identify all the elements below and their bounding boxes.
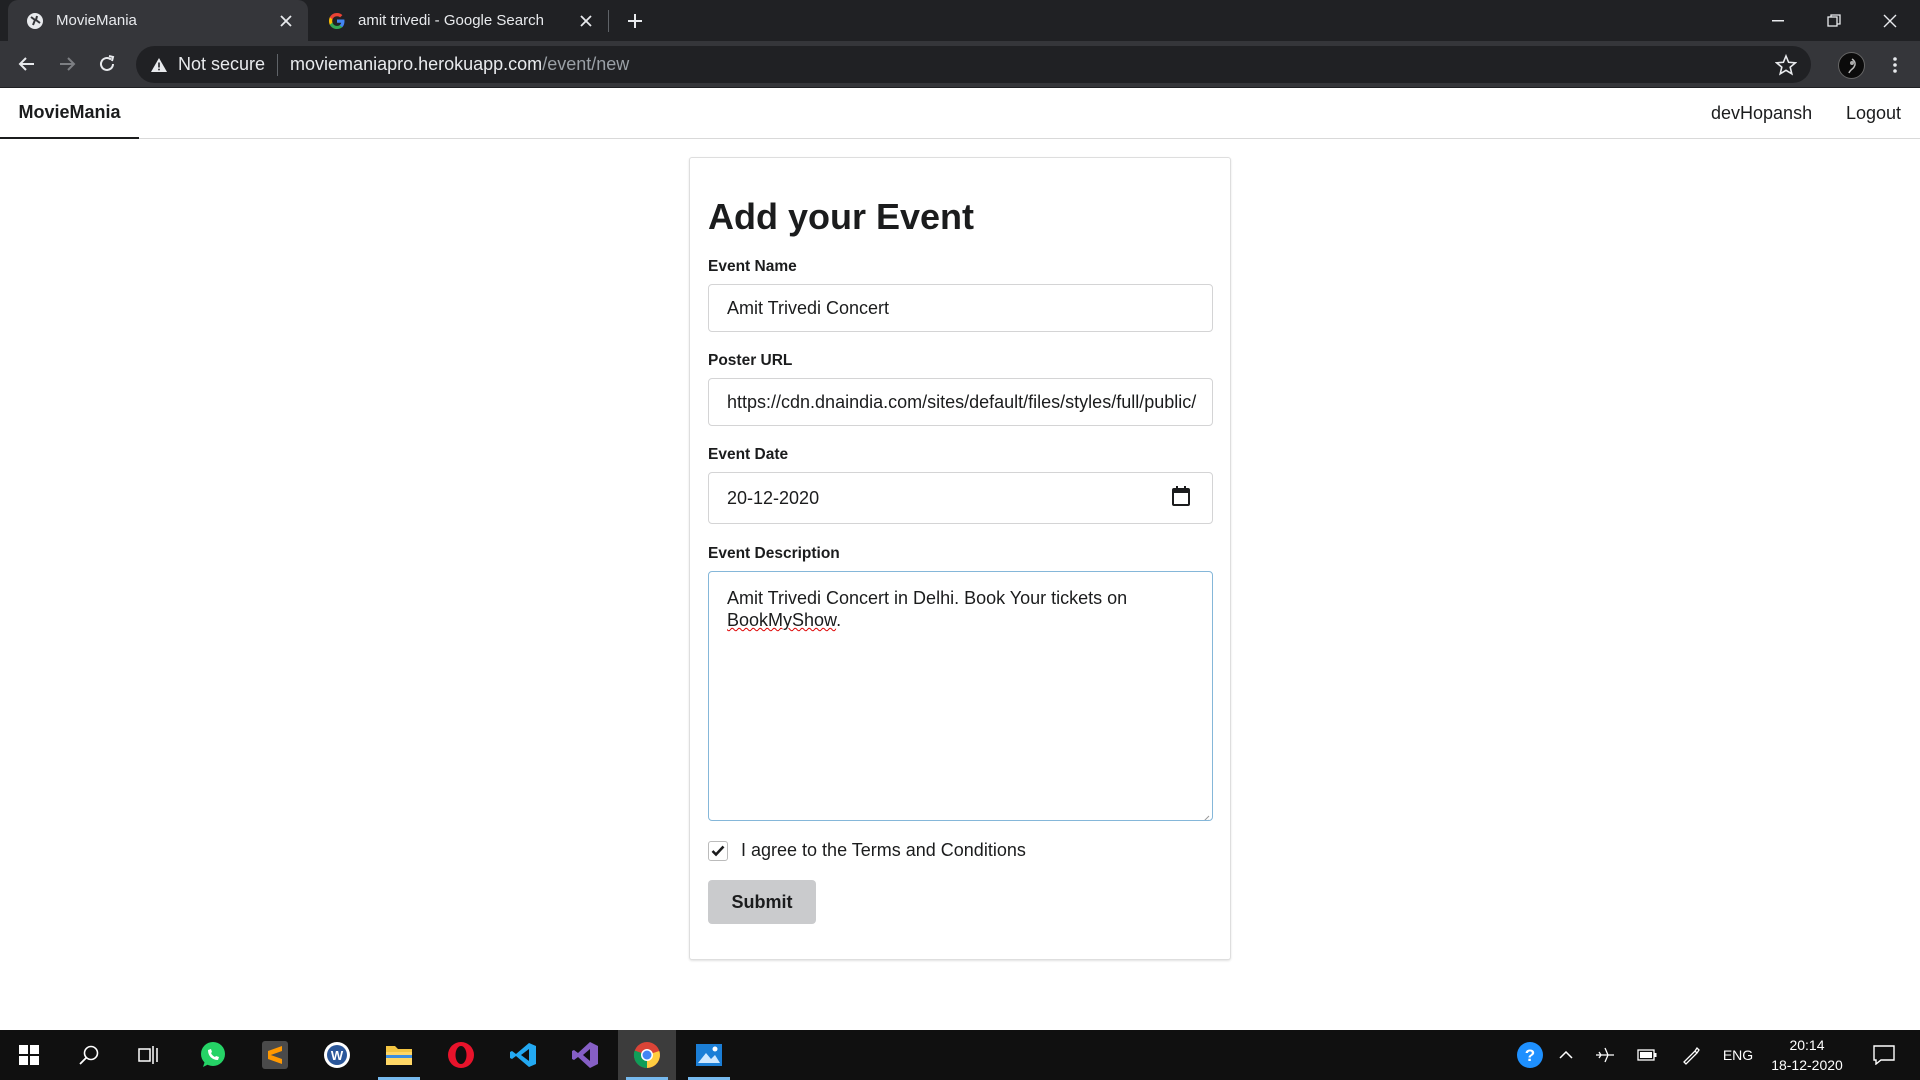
vscode-icon[interactable] (494, 1030, 552, 1080)
windows-taskbar: W ? ENG 20:14 18-12-2020 (0, 1030, 1920, 1080)
misspelled-word: BookMyShow (727, 610, 837, 630)
poster-url-input[interactable]: https://cdn.dnaindia.com/sites/default/f… (708, 378, 1213, 426)
url-host: moviemaniapro.herokuapp.com (290, 54, 543, 74)
security-label: Not secure (178, 54, 266, 74)
start-icon[interactable] (0, 1030, 58, 1080)
event-name-value: Amit Trivedi Concert (727, 297, 890, 318)
back-icon[interactable] (11, 48, 43, 80)
google-icon (328, 12, 346, 30)
event-description-label: Event Description (708, 545, 840, 562)
minimize-icon[interactable] (1750, 0, 1806, 41)
event-date-label: Event Date (708, 446, 789, 463)
terms-label[interactable]: I agree to the Terms and Conditions (741, 840, 1026, 861)
search-icon[interactable] (60, 1030, 118, 1080)
address-divider (277, 53, 279, 76)
chevron-up-icon[interactable] (1552, 1030, 1580, 1080)
event-date-input[interactable]: 20-12-2020 (708, 472, 1213, 524)
battery-icon[interactable] (1632, 1030, 1662, 1080)
tab-title: amit trivedi - Google Search (358, 12, 544, 29)
event-name-input[interactable]: Amit Trivedi Concert (708, 284, 1213, 332)
tab-moviemania[interactable]: MovieMania (8, 0, 308, 41)
action-center-icon[interactable] (1864, 1030, 1904, 1080)
reload-icon[interactable] (91, 48, 123, 80)
sublime-text-icon[interactable] (246, 1030, 304, 1080)
logout-link[interactable]: Logout (1846, 88, 1901, 139)
username-link[interactable]: devHopansh (1711, 88, 1812, 139)
task-view-icon[interactable] (120, 1030, 178, 1080)
brand-link[interactable]: MovieMania (0, 88, 139, 139)
submit-button[interactable]: Submit (708, 880, 816, 924)
pen-workspace-icon[interactable] (1676, 1030, 1706, 1080)
close-window-icon[interactable] (1862, 0, 1918, 41)
clock-time: 20:14 (1789, 1037, 1825, 1053)
tab-separator (608, 10, 609, 32)
terms-checkbox[interactable] (708, 840, 728, 861)
visual-studio-icon[interactable] (556, 1030, 614, 1080)
event-name-label: Event Name (708, 258, 797, 275)
clock-date: 18-12-2020 (1771, 1057, 1843, 1073)
tab-title: MovieMania (56, 12, 137, 29)
browser-toolbar: Not secure moviemaniapro.herokuapp.com/e… (0, 41, 1920, 88)
event-description-textarea[interactable]: Amit Trivedi Concert in Delhi. Book Your… (708, 571, 1213, 821)
svg-text:W: W (331, 1048, 344, 1063)
tab-google-search[interactable]: amit trivedi - Google Search (310, 0, 608, 41)
whatsapp-icon[interactable] (184, 1030, 242, 1080)
address-bar[interactable]: Not secure moviemaniapro.herokuapp.com/e… (136, 46, 1811, 83)
photos-icon[interactable] (680, 1030, 738, 1080)
forward-icon[interactable] (51, 48, 83, 80)
word-icon[interactable]: W (308, 1030, 366, 1080)
poster-url-label: Poster URL (708, 352, 793, 369)
kebab-menu-icon[interactable] (1880, 50, 1910, 80)
event-description-value: Amit Trivedi Concert in Delhi. Book Your… (727, 588, 1128, 630)
resize-handle-icon[interactable] (1200, 808, 1210, 820)
site-navbar: MovieMania devHopansh Logout (0, 88, 1920, 139)
close-tab-icon[interactable] (574, 9, 598, 33)
browser-tab-strip: MovieMania amit trivedi - Google Search (0, 0, 1920, 41)
opera-icon[interactable] (432, 1030, 490, 1080)
terms-row: I agree to the Terms and Conditions (708, 840, 1026, 861)
new-tab-icon[interactable] (622, 8, 648, 34)
calendar-icon[interactable] (1172, 485, 1190, 511)
chrome-icon[interactable] (618, 1030, 676, 1080)
profile-avatar[interactable] (1838, 52, 1865, 79)
system-clock[interactable]: 20:14 18-12-2020 (1762, 1035, 1852, 1075)
globe-icon (26, 12, 44, 30)
event-date-value: 20-12-2020 (727, 487, 820, 508)
close-tab-icon[interactable] (274, 9, 298, 33)
page-title: Add your Event (708, 196, 975, 237)
poster-url-value: https://cdn.dnaindia.com/sites/default/f… (727, 391, 1197, 412)
restore-icon[interactable] (1806, 0, 1862, 41)
airplane-mode-icon[interactable] (1590, 1030, 1620, 1080)
event-form-card: Add your Event Event Name Amit Trivedi C… (689, 157, 1231, 960)
help-icon[interactable]: ? (1510, 1030, 1550, 1080)
warning-icon[interactable] (150, 56, 168, 74)
bookmark-star-icon[interactable] (1774, 53, 1798, 76)
file-explorer-icon[interactable] (370, 1030, 428, 1080)
svg-text:?: ? (1525, 1046, 1535, 1065)
url-path: /event/new (542, 54, 630, 74)
language-indicator[interactable]: ENG (1718, 1030, 1758, 1080)
